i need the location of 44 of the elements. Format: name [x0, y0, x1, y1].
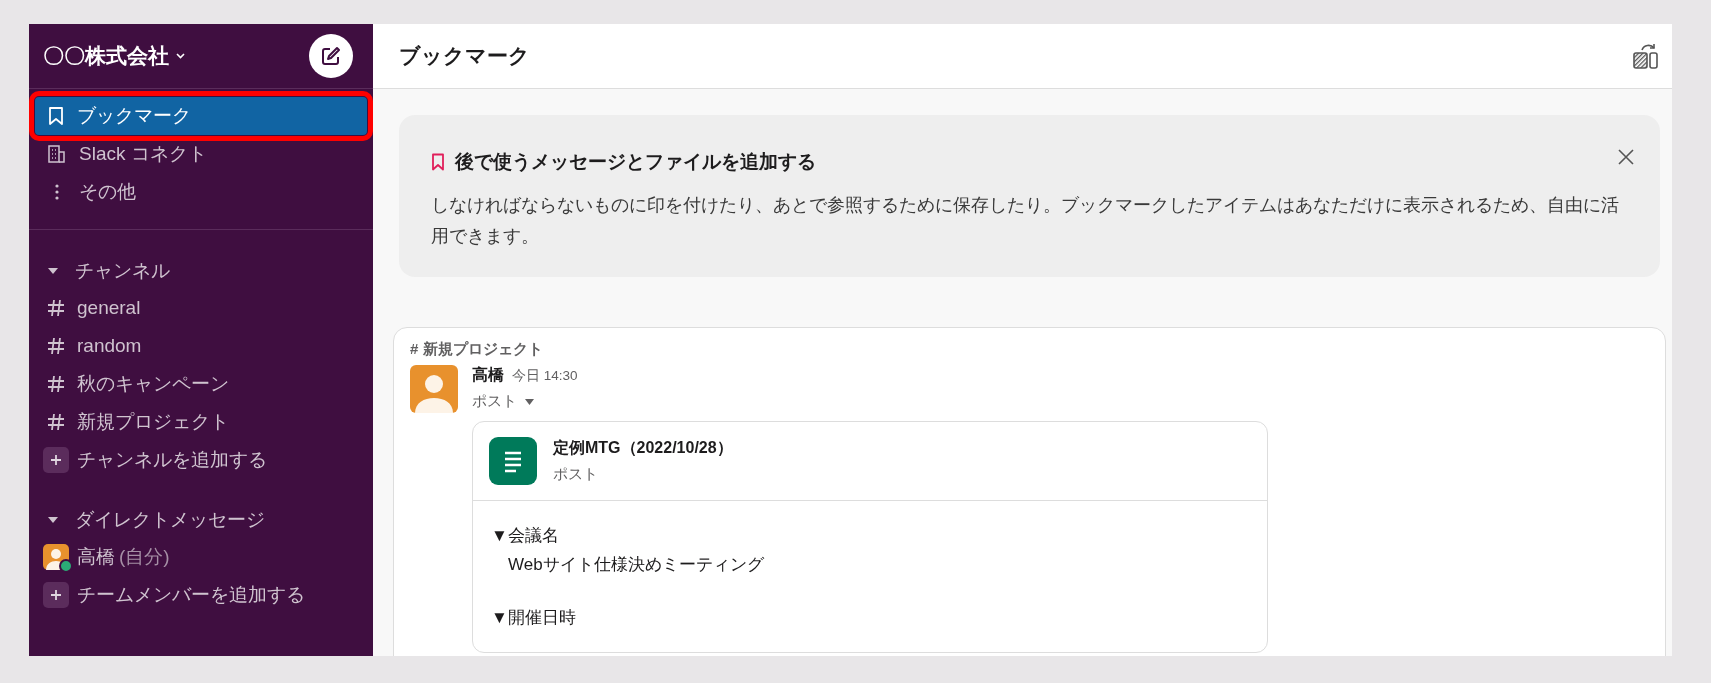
- collapse-triangle-icon[interactable]: [47, 266, 59, 275]
- sidebar-item[interactable]: チームメンバーを追加する: [35, 576, 367, 614]
- author-name[interactable]: 高橋: [472, 365, 504, 386]
- sidebar-item[interactable]: general: [35, 289, 367, 327]
- compose-icon: [320, 45, 342, 67]
- close-icon: [1618, 149, 1634, 165]
- hash-icon: [47, 413, 65, 431]
- sidebar-item[interactable]: 新規プロジェクト: [35, 403, 367, 441]
- banner-text: しなければならないものに印を付けたり、あとで参照するために保存したり。ブックマークしたアイテムはあなただけに表示されるため、自由に活用できます。: [431, 193, 1620, 248]
- chevron-icon[interactable]: [175, 52, 186, 60]
- sidebar-item[interactable]: 秋のキャンペーン: [35, 365, 367, 403]
- plus-icon: [43, 582, 69, 608]
- building-icon: [47, 144, 67, 164]
- page-title: ブックマーク: [399, 43, 530, 69]
- rotate-device-icon[interactable]: [1632, 42, 1660, 70]
- section-header[interactable]: チャンネル: [75, 257, 170, 284]
- caret-icon[interactable]: [525, 398, 534, 405]
- attachment-title[interactable]: 定例MTG（2022/10/28）: [553, 438, 733, 459]
- section-text: Webサイト仕様決めミーティング: [507, 554, 765, 576]
- timestamp[interactable]: 今日 14:30: [512, 367, 578, 385]
- channel-name[interactable]: # 新規プロジェクト: [410, 340, 1649, 359]
- sidebar-item[interactable]: random: [35, 327, 367, 365]
- sidebar-item[interactable]: チャンネルを追加する: [35, 441, 367, 479]
- hash-icon: [47, 299, 65, 317]
- self-label: (自分): [119, 545, 170, 569]
- sidebar-item[interactable]: 高橋 (自分): [35, 538, 367, 576]
- bookmark-icon: [431, 153, 445, 171]
- section-heading: ▼会議名: [491, 525, 560, 547]
- hash-icon: [47, 375, 65, 393]
- sidebar-item[interactable]: その他: [35, 173, 367, 211]
- section-header[interactable]: ダイレクトメッセージ: [75, 506, 265, 533]
- more-icon: [55, 184, 59, 200]
- post-type-label[interactable]: ポスト: [472, 392, 517, 411]
- bookmark-icon: [47, 106, 65, 126]
- compose-button[interactable]: [309, 34, 353, 78]
- attachment-type: ポスト: [553, 465, 599, 484]
- banner-title: 後で使うメッセージとファイルを追加する: [455, 150, 816, 174]
- sidebar-item[interactable]: Slack コネクト: [35, 135, 367, 173]
- collapse-triangle-icon[interactable]: [47, 515, 59, 524]
- plus-icon: [43, 447, 69, 473]
- workspace-name[interactable]: 〇〇株式会社: [43, 42, 169, 70]
- document-icon: [489, 437, 537, 485]
- section-heading: ▼開催日時: [491, 607, 577, 629]
- hash-icon: [47, 337, 65, 355]
